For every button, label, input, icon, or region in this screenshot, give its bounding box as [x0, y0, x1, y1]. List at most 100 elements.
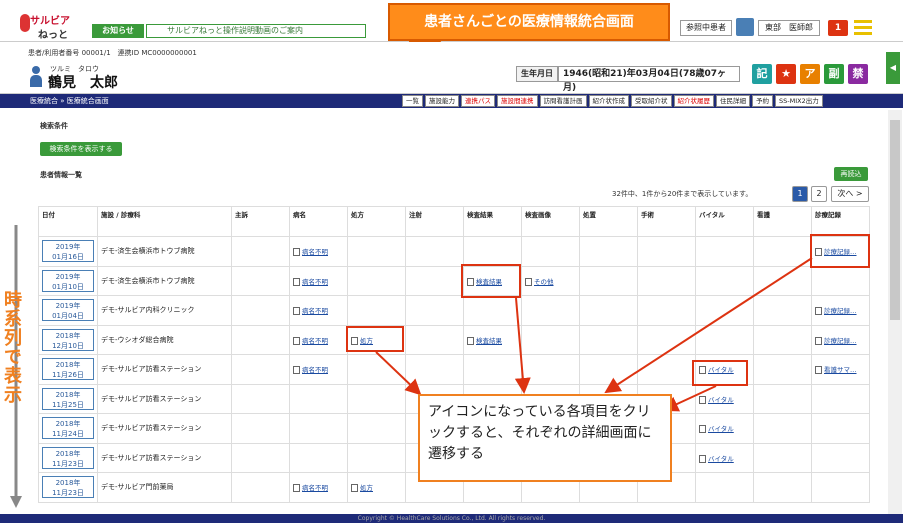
column-header-8[interactable]: 処置: [579, 206, 638, 237]
disease-cell: 病名不明: [289, 354, 348, 385]
column-header-10[interactable]: バイタル: [695, 206, 754, 237]
date-button[interactable]: 2018年 11月23日: [42, 446, 94, 469]
reload-button[interactable]: 再読込: [834, 167, 868, 181]
medical-record-cell: [811, 413, 870, 444]
lab-result-link[interactable]: 検査結果: [476, 337, 502, 345]
nav-button-1[interactable]: 施設能力: [425, 95, 459, 107]
column-header-3[interactable]: 病名: [289, 206, 348, 237]
patient-flag-3-icon[interactable]: 副: [824, 64, 844, 84]
date-button[interactable]: 2019年 01月10日: [42, 269, 94, 292]
medical-record-link[interactable]: 診療記録…: [824, 337, 857, 345]
page-1-button[interactable]: 1: [792, 186, 808, 202]
vital-cell: バイタル: [695, 442, 754, 473]
vital-link[interactable]: バイタル: [708, 455, 734, 463]
disease-link[interactable]: 病名不明: [302, 278, 328, 286]
menu-icon[interactable]: [854, 20, 872, 36]
empty-cell: [405, 295, 464, 326]
date-button[interactable]: 2018年 11月26日: [42, 358, 94, 381]
empty-cell: [231, 383, 290, 414]
list-title: 患者情報一覧: [40, 171, 82, 179]
nav-button-5[interactable]: 紹介状作成: [588, 95, 629, 107]
empty-cell: [637, 265, 696, 296]
date-day: 11月24日: [52, 430, 84, 439]
vital-link[interactable]: バイタル: [708, 425, 734, 433]
date-button[interactable]: 2019年 01月04日: [42, 299, 94, 322]
nav-button-3[interactable]: 施設間連携: [497, 95, 538, 107]
medical-record-icon: [815, 366, 822, 375]
scrollbar-thumb[interactable]: [890, 120, 900, 320]
column-header-5[interactable]: 注射: [405, 206, 464, 237]
lab-image-cell: その他: [521, 265, 580, 296]
lab-image-cell: [521, 324, 580, 355]
side-panel-toggle[interactable]: ◀: [886, 52, 900, 84]
date-button[interactable]: 2018年 11月23日: [42, 476, 94, 499]
column-header-7[interactable]: 検査画像: [521, 206, 580, 237]
empty-cell: [753, 265, 812, 296]
medical-record-link[interactable]: 診療記録…: [824, 307, 857, 315]
nav-button-10[interactable]: SS-MIX2出力: [775, 95, 823, 107]
date-cell: 2018年 11月23日: [38, 472, 98, 503]
date-day: 11月25日: [52, 400, 84, 409]
disease-link[interactable]: 病名不明: [302, 366, 328, 374]
medical-record-cell: [811, 265, 870, 296]
nav-button-8[interactable]: 住民詳細: [716, 95, 750, 107]
column-header-0[interactable]: 日付: [38, 206, 98, 237]
date-button[interactable]: 2019年 01月16日: [42, 240, 94, 263]
highlight-rx: [346, 326, 404, 352]
patient-flag-0-icon[interactable]: 記: [752, 64, 772, 84]
column-header-4[interactable]: 処方: [347, 206, 406, 237]
logo-text-bottom: ねっと: [38, 30, 68, 41]
empty-cell: [753, 472, 812, 503]
nav-button-2[interactable]: 連携パス: [461, 95, 495, 107]
nav-button-4[interactable]: 訪問看護計画: [539, 95, 587, 107]
date-year: 2019年: [55, 243, 81, 252]
column-header-12[interactable]: 診療記録: [811, 206, 870, 237]
disease-icon: [293, 336, 300, 345]
highlight-vital: [692, 360, 748, 386]
person-icon: [30, 66, 42, 88]
column-header-6[interactable]: 検査結果: [463, 206, 522, 237]
medical-record-cell: 看護サマ…: [811, 354, 870, 385]
column-header-1[interactable]: 施設 / 診療科: [97, 206, 232, 237]
show-search-button[interactable]: 検索条件を表示する: [40, 142, 122, 156]
lab-image-link[interactable]: その他: [534, 278, 554, 286]
nav-button-0[interactable]: 一覧: [402, 95, 423, 107]
salvia-logo[interactable]: サルビア ねっと: [18, 6, 88, 41]
vital-cell: バイタル: [695, 413, 754, 444]
medical-record-link[interactable]: 看護サマ…: [824, 366, 857, 374]
notice-link[interactable]: サルビアねっと操作説明動画のご案内: [146, 24, 366, 38]
date-day: 11月23日: [52, 459, 84, 468]
column-header-9[interactable]: 手術: [637, 206, 696, 237]
patient-flag-1-icon[interactable]: ★: [776, 64, 796, 84]
user-name[interactable]: 東部 医師郎: [758, 20, 820, 36]
empty-cell: [405, 324, 464, 355]
column-header-11[interactable]: 看護: [753, 206, 812, 237]
medical-record-icon: [815, 307, 822, 316]
next-page-button[interactable]: 次へ >: [831, 186, 869, 202]
nav-button-9[interactable]: 予約: [752, 95, 773, 107]
nav-buttons: 一覧 施設能力 連携パス 施設間連携 訪問看護計画 紹介状作成 受取紹介状 紹介状履歴 住民詳細…: [400, 95, 823, 107]
vital-link[interactable]: バイタル: [708, 396, 734, 404]
disease-icon: [293, 277, 300, 286]
disease-link[interactable]: 病名不明: [302, 248, 328, 256]
notification-badge[interactable]: 1: [828, 20, 848, 36]
patient-flag-4-icon[interactable]: 禁: [848, 64, 868, 84]
column-header-2[interactable]: 主訴: [231, 206, 290, 237]
date-button[interactable]: 2018年 12月10日: [42, 328, 94, 351]
date-day: 12月10日: [52, 341, 84, 350]
ref-patient-button[interactable]: 参照中患者: [680, 20, 732, 36]
page-2-button[interactable]: 2: [811, 186, 827, 202]
disease-link[interactable]: 病名不明: [302, 307, 328, 315]
date-button[interactable]: 2018年 11月24日: [42, 417, 94, 440]
nav-button-7[interactable]: 紹介状履歴: [673, 95, 714, 107]
date-button[interactable]: 2018年 11月25日: [42, 387, 94, 410]
disease-link[interactable]: 病名不明: [302, 484, 328, 492]
disease-link[interactable]: 病名不明: [302, 337, 328, 345]
empty-cell: [231, 236, 290, 267]
nav-button-6[interactable]: 受取紹介状: [631, 95, 672, 107]
lab-result-cell: [463, 354, 522, 385]
patient-flag-2-icon[interactable]: ア: [800, 64, 820, 84]
prescription-link[interactable]: 処方: [360, 484, 373, 492]
disease-cell: 病名不明: [289, 236, 348, 267]
doctor-avatar-icon: [736, 18, 754, 36]
